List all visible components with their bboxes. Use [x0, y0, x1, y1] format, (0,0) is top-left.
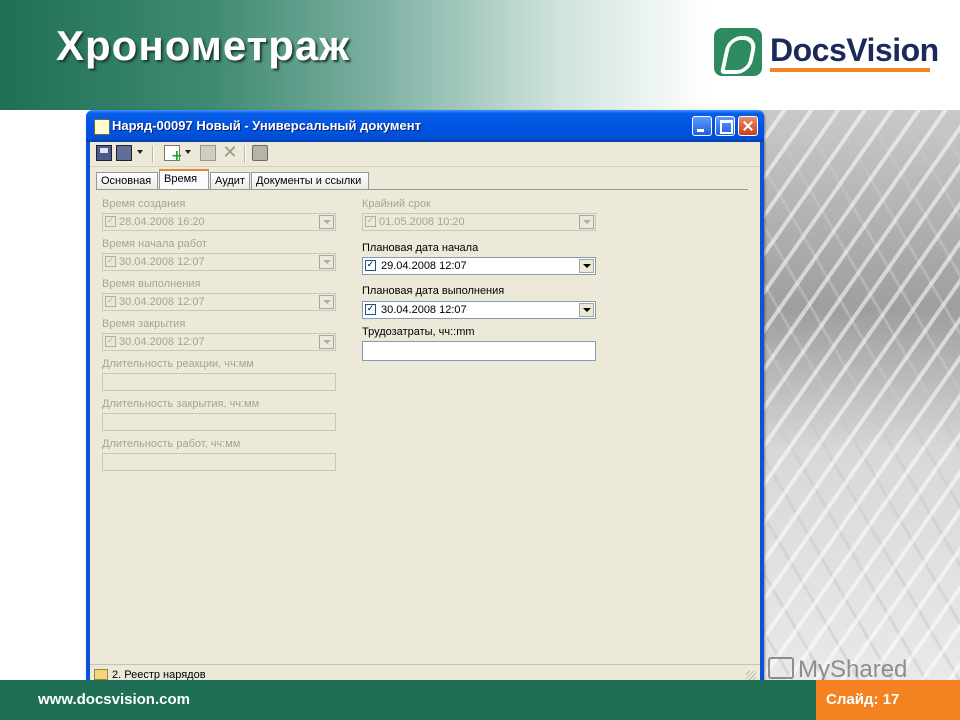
chevron-down-icon	[319, 215, 334, 229]
chevron-down-icon[interactable]	[579, 259, 594, 273]
properties-icon[interactable]	[200, 145, 216, 161]
tab-main[interactable]: Основная	[96, 172, 158, 189]
labor-input[interactable]	[362, 341, 596, 361]
planned-start-field[interactable]: ✓ 29.04.2008 12:07	[362, 257, 596, 275]
chevron-down-icon[interactable]	[185, 150, 191, 154]
chevron-down-icon[interactable]	[579, 303, 594, 317]
minimize-button[interactable]	[692, 116, 712, 136]
print-icon[interactable]	[252, 145, 268, 161]
watermark-icon	[768, 657, 794, 679]
created-value: 28.04.2008 16:20	[119, 216, 205, 228]
chevron-down-icon	[319, 295, 334, 309]
slide-number-box: Слайд: 17	[816, 680, 960, 720]
closed-label: Время закрытия	[102, 318, 186, 330]
deadline-label: Крайний срок	[362, 198, 431, 210]
window-client: ✕ Основная Время Аудит Документы и ссылк…	[90, 142, 760, 687]
toolbar-separator	[244, 145, 246, 163]
tab-audit[interactable]: Аудит	[210, 172, 250, 189]
created-label: Время создания	[102, 198, 186, 210]
tab-documents-links[interactable]: Документы и ссылки	[251, 172, 369, 189]
planned-start-label: Плановая дата начала	[362, 242, 479, 254]
planned-start-value: 29.04.2008 12:07	[381, 260, 467, 272]
slide-footer: www.docsvision.com Слайд: 17	[0, 680, 960, 720]
done-checkbox: ✓	[105, 296, 116, 307]
work-duration-label: Длительность работ, чч:мм	[102, 438, 241, 450]
closing-duration-field	[102, 413, 336, 431]
created-datetime-field: ✓ 28.04.2008 16:20	[102, 213, 336, 231]
closing-duration-label: Длительность закрытия, чч:мм	[102, 398, 260, 410]
planned-done-label: Плановая дата выполнения	[362, 285, 505, 297]
slide-header: Хронометраж DocsVision	[0, 0, 960, 110]
tab-time[interactable]: Время	[159, 169, 209, 189]
close-button[interactable]	[738, 116, 758, 136]
slide-title: Хронометраж	[56, 22, 351, 69]
closed-checkbox: ✓	[105, 336, 116, 347]
tab-divider	[96, 189, 748, 190]
start-value: 30.04.2008 12:07	[119, 256, 205, 268]
labor-label: Трудозатраты, чч::mm	[362, 326, 475, 338]
delete-icon[interactable]: ✕	[222, 144, 238, 162]
reaction-duration-field	[102, 373, 336, 391]
planned-start-checkbox[interactable]: ✓	[365, 260, 376, 271]
closed-value: 30.04.2008 12:07	[119, 336, 205, 348]
document-icon	[94, 119, 110, 135]
deadline-value: 01.05.2008 10:20	[379, 216, 465, 228]
new-icon[interactable]	[164, 145, 183, 163]
document-window: Наряд-00097 Новый - Универсальный докуме…	[86, 110, 764, 690]
chevron-down-icon	[319, 335, 334, 349]
title-bar[interactable]: Наряд-00097 Новый - Универсальный докуме…	[86, 110, 764, 142]
watermark-text: MyShared	[798, 656, 908, 683]
closed-datetime-field: ✓ 30.04.2008 12:07	[102, 333, 336, 351]
toolbar-separator	[152, 145, 154, 163]
created-checkbox: ✓	[105, 216, 116, 227]
work-duration-field	[102, 453, 336, 471]
chevron-down-icon[interactable]	[137, 150, 143, 154]
toolbar: ✕	[90, 142, 760, 167]
planned-done-field[interactable]: ✓ 30.04.2008 12:07	[362, 301, 596, 319]
chevron-down-icon	[579, 215, 594, 229]
save-icon[interactable]	[96, 145, 112, 161]
start-label: Время начала работ	[102, 238, 207, 250]
deadline-field: ✓ 01.05.2008 10:20	[362, 213, 596, 231]
planned-done-value: 30.04.2008 12:07	[381, 304, 467, 316]
planned-done-checkbox[interactable]: ✓	[365, 304, 376, 315]
docsvision-logo-icon	[714, 28, 762, 76]
reaction-duration-label: Длительность реакции, чч:мм	[102, 358, 254, 370]
start-datetime-field: ✓ 30.04.2008 12:07	[102, 253, 336, 271]
logo-text: DocsVision	[770, 32, 939, 68]
maximize-button[interactable]	[715, 116, 735, 136]
decorative-photo	[760, 110, 960, 680]
footer-url: www.docsvision.com	[38, 691, 190, 708]
slide-number: Слайд: 17	[826, 691, 900, 708]
start-checkbox: ✓	[105, 256, 116, 267]
deadline-checkbox: ✓	[365, 216, 376, 227]
logo-underline	[770, 68, 930, 72]
done-datetime-field: ✓ 30.04.2008 12:07	[102, 293, 336, 311]
window-title: Наряд-00097 Новый - Универсальный докуме…	[112, 118, 421, 133]
save-all-icon[interactable]	[116, 145, 132, 161]
done-value: 30.04.2008 12:07	[119, 296, 205, 308]
docsvision-logo: DocsVision	[714, 28, 939, 78]
tab-strip: Основная Время Аудит Документы и ссылки	[96, 169, 760, 191]
chevron-down-icon	[319, 255, 334, 269]
done-label: Время выполнения	[102, 278, 201, 290]
folder-icon	[94, 669, 108, 680]
